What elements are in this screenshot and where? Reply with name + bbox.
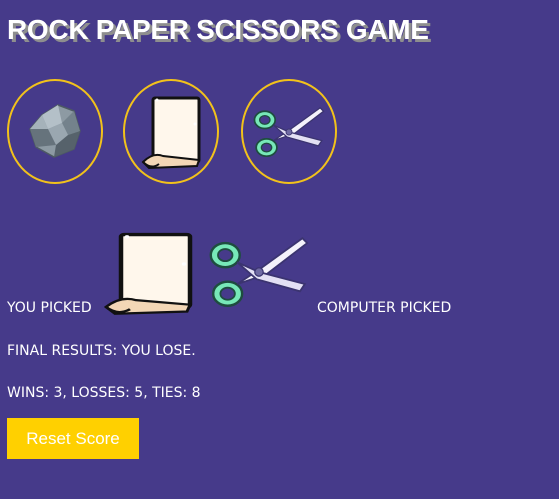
score-text: WINS: 3, LOSSES: 5, TIES: 8	[7, 385, 201, 401]
computer-picked-label: COMPUTER PICKED	[317, 300, 452, 316]
reset-score-button[interactable]: Reset Score	[7, 418, 139, 459]
game-title: ROCK PAPER SCISSORS GAME	[7, 14, 429, 45]
final-results-text: FINAL RESULTS: YOU LOSE.	[7, 343, 196, 359]
rock-icon	[29, 103, 81, 158]
computer-picked-scissors-icon	[209, 237, 309, 307]
scissors-choice-button[interactable]	[241, 79, 337, 184]
you-picked-label: YOU PICKED	[7, 300, 92, 316]
paper-choice-button[interactable]	[123, 79, 219, 184]
paper-icon	[141, 96, 201, 169]
scissors-icon	[253, 106, 325, 157]
you-picked-paper-icon	[100, 230, 196, 316]
rock-choice-button[interactable]	[7, 79, 103, 184]
